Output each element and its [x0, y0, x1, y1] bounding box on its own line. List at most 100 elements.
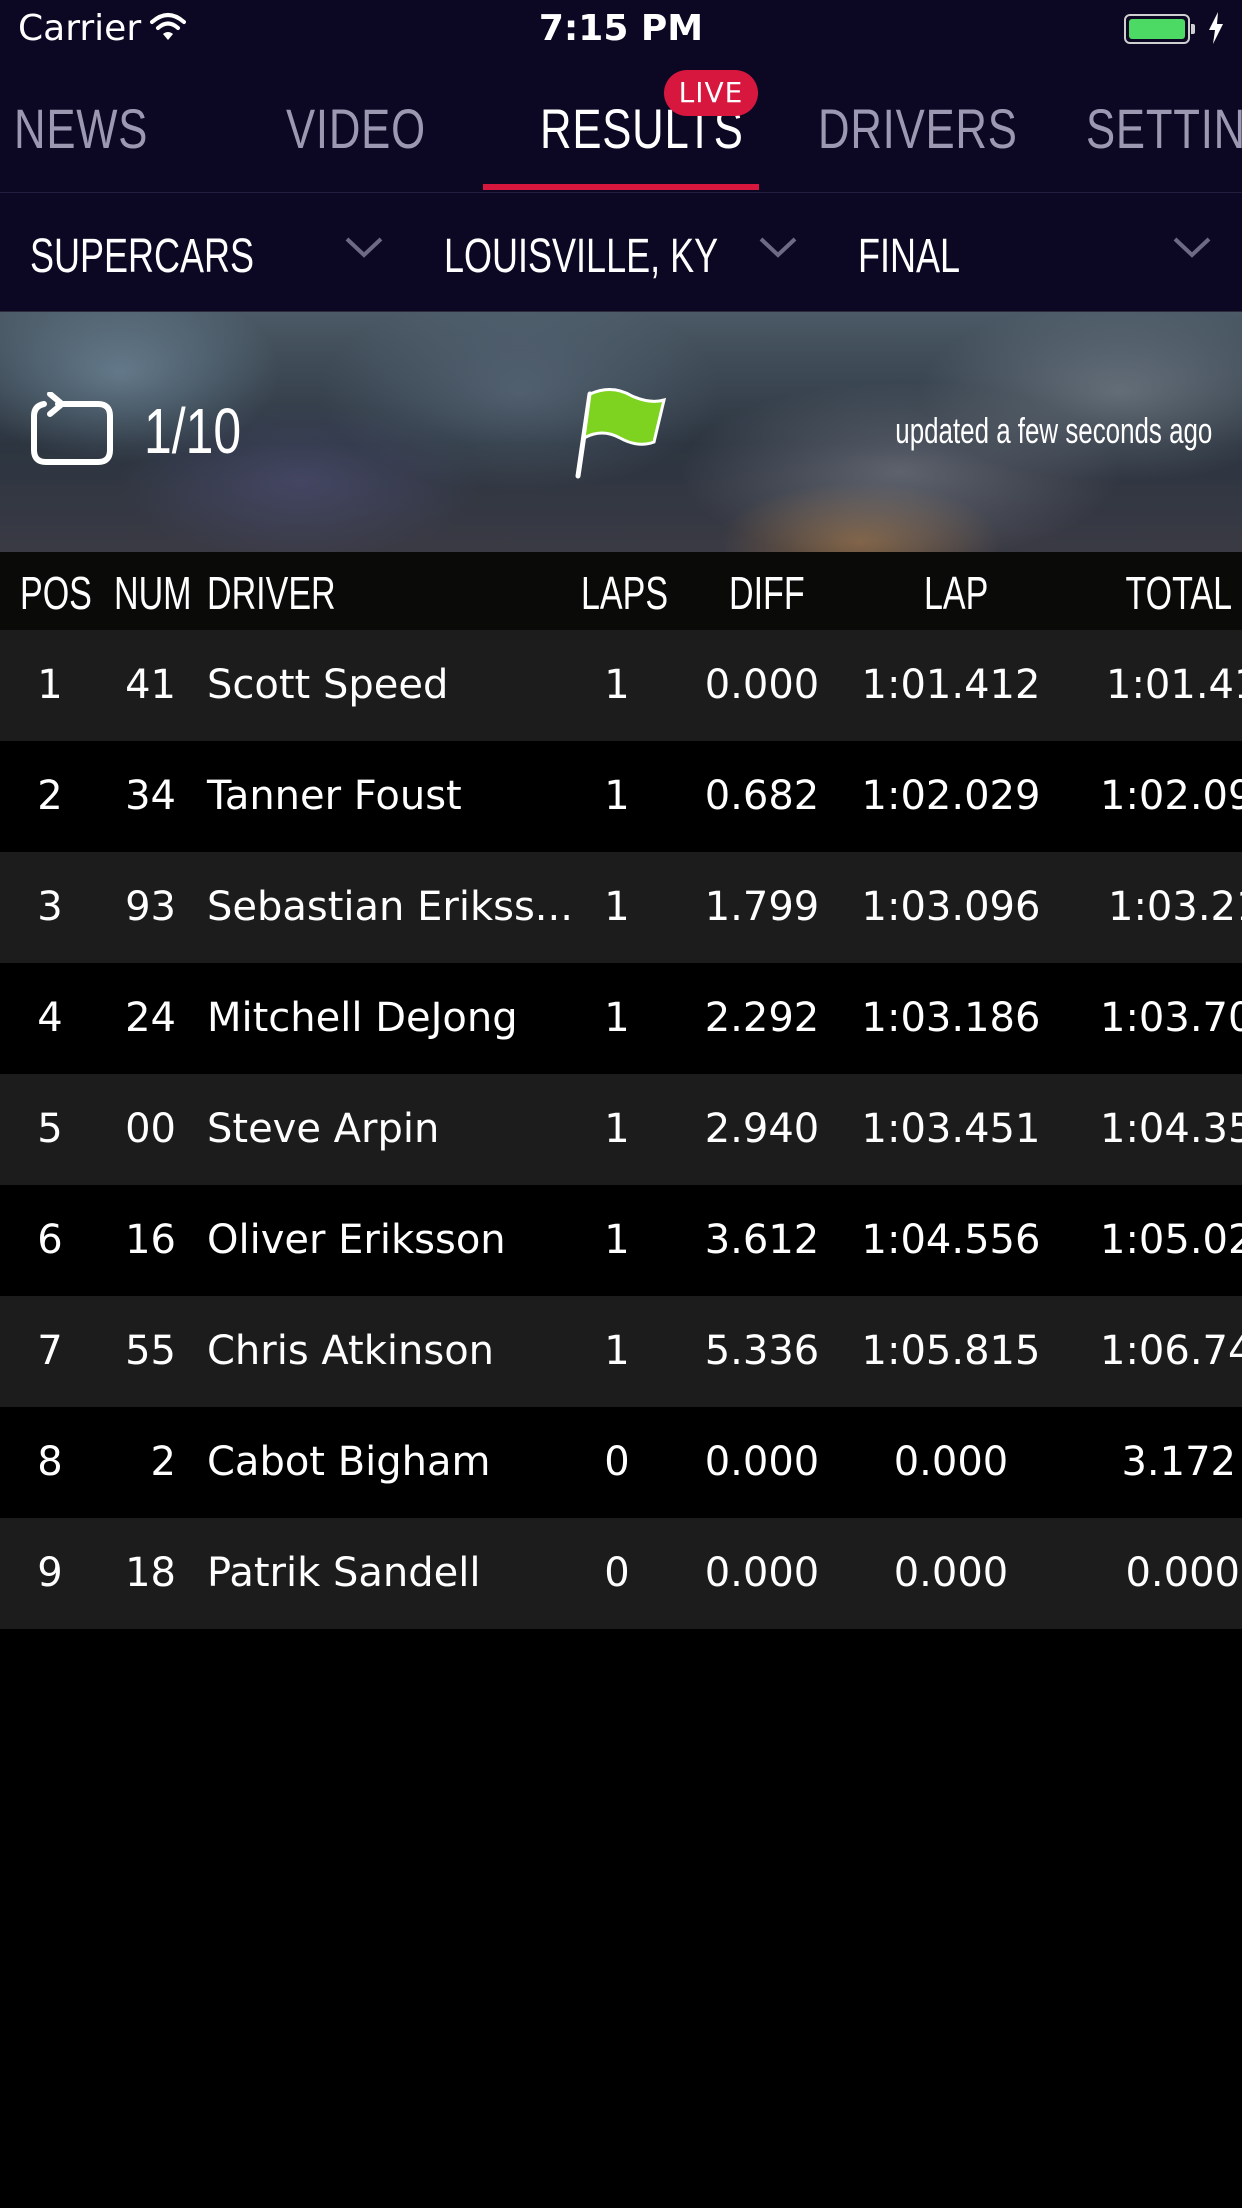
- green-flag-icon: [572, 386, 672, 484]
- driver-cell: Mitchell DeJong: [207, 995, 518, 1041]
- series-dropdown[interactable]: SUPERCARS: [0, 193, 414, 313]
- chevron-down-icon: [758, 235, 798, 263]
- lap-cell: 1:05.815: [861, 1328, 1041, 1374]
- clock: 7:15 PM: [538, 8, 704, 49]
- laps-cell: 1: [604, 1106, 630, 1152]
- pos-cell: 5: [37, 1106, 63, 1152]
- diff-cell: 2.940: [704, 1106, 820, 1152]
- column-header-pos: POS: [20, 567, 92, 619]
- lap-cell: 1:03.096: [861, 884, 1041, 930]
- laps-loop-icon: [28, 391, 116, 474]
- filter-row: SUPERCARS LOUISVILLE, KY FINAL: [0, 192, 1242, 312]
- laps-cell: 1: [604, 995, 630, 1041]
- lap-cell: 1:02.029: [861, 773, 1041, 819]
- total-cell: 1:01.41: [1106, 662, 1242, 708]
- total-cell: 1:06.74: [1100, 1328, 1242, 1374]
- lap-cell: 1:04.556: [861, 1217, 1041, 1263]
- total-cell: 1:04.35: [1100, 1106, 1242, 1152]
- pos-cell: 4: [37, 995, 63, 1041]
- status-bar: Carrier 7:15 PM: [0, 0, 1242, 62]
- laps-cell: 1: [604, 1328, 630, 1374]
- column-header-laps: LAPS: [581, 567, 669, 619]
- pos-cell: 2: [37, 773, 63, 819]
- pos-cell: 7: [37, 1328, 63, 1374]
- num-cell: 2: [150, 1439, 176, 1485]
- num-cell: 93: [125, 884, 176, 930]
- num-cell: 34: [125, 773, 176, 819]
- live-badge: LIVE: [664, 70, 758, 116]
- diff-cell: 3.612: [704, 1217, 820, 1263]
- column-header-total: TOTAL: [1125, 567, 1232, 619]
- num-cell: 16: [125, 1217, 176, 1263]
- laps-cell: 0: [604, 1439, 630, 1485]
- driver-cell: Scott Speed: [207, 662, 449, 708]
- diff-cell: 5.336: [704, 1328, 820, 1374]
- total-cell: 1:05.02: [1100, 1217, 1242, 1263]
- diff-cell: 0.682: [704, 773, 820, 819]
- num-cell: 41: [125, 662, 176, 708]
- column-header-lap: LAP: [924, 567, 989, 619]
- laps-cell: 1: [604, 662, 630, 708]
- column-header-num: NUM: [114, 567, 192, 619]
- driver-cell: Tanner Foust: [207, 773, 462, 819]
- tab-settings[interactable]: SETTINGS: [1086, 96, 1242, 161]
- total-cell: 1:03.70: [1100, 995, 1242, 1041]
- diff-cell: 2.292: [704, 995, 820, 1041]
- pos-cell: 1: [37, 662, 63, 708]
- pos-cell: 3: [37, 884, 63, 930]
- num-cell: 18: [125, 1550, 176, 1596]
- table-row[interactable]: 9 18 Patrik Sandell 0 0.000 0.000 0.000: [0, 1518, 1242, 1629]
- driver-cell: Sebastian Erikss...: [207, 884, 573, 930]
- diff-cell: 0.000: [704, 662, 820, 708]
- pos-cell: 9: [37, 1550, 63, 1596]
- diff-cell: 0.000: [704, 1550, 820, 1596]
- num-cell: 55: [125, 1328, 176, 1374]
- chevron-down-icon: [1172, 235, 1212, 263]
- total-cell: 0.000: [1125, 1550, 1240, 1596]
- column-header-driver: DRIVER: [207, 567, 336, 619]
- lap-cell: 0.000: [893, 1439, 1009, 1485]
- lap-cell: 0.000: [893, 1550, 1009, 1596]
- chevron-down-icon: [344, 235, 384, 263]
- location-dropdown[interactable]: LOUISVILLE, KY: [414, 193, 828, 313]
- driver-cell: Chris Atkinson: [207, 1328, 495, 1374]
- table-row[interactable]: 3 93 Sebastian Erikss... 1 1.799 1:03.09…: [0, 852, 1242, 963]
- num-cell: 24: [125, 995, 176, 1041]
- driver-cell: Steve Arpin: [207, 1106, 440, 1152]
- table-row[interactable]: 4 24 Mitchell DeJong 1 2.292 1:03.186 1:…: [0, 963, 1242, 1074]
- tab-drivers[interactable]: DRIVERS: [818, 96, 1018, 161]
- column-header-diff: DIFF: [729, 567, 805, 619]
- session-dropdown[interactable]: FINAL: [828, 193, 1242, 313]
- total-cell: 3.172: [1121, 1439, 1236, 1485]
- table-row[interactable]: 2 34 Tanner Foust 1 0.682 1:02.029 1:02.…: [0, 741, 1242, 852]
- battery-icon: [1124, 14, 1195, 44]
- tab-video[interactable]: VIDEO: [286, 96, 426, 161]
- driver-cell: Oliver Eriksson: [207, 1217, 506, 1263]
- results-table-header: POS NUM DRIVER LAPS DIFF LAP TOTAL: [0, 552, 1242, 630]
- driver-cell: Patrik Sandell: [207, 1550, 481, 1596]
- tab-news[interactable]: NEWS: [14, 96, 148, 161]
- table-row[interactable]: 7 55 Chris Atkinson 1 5.336 1:05.815 1:0…: [0, 1296, 1242, 1407]
- table-row[interactable]: 8 2 Cabot Bigham 0 0.000 0.000 3.172: [0, 1407, 1242, 1518]
- location-dropdown-label: LOUISVILLE, KY: [444, 230, 719, 283]
- laps-cell: 1: [604, 884, 630, 930]
- diff-cell: 0.000: [704, 1439, 820, 1485]
- pos-cell: 8: [37, 1439, 63, 1485]
- lap-cell: 1:01.412: [861, 662, 1041, 708]
- session-dropdown-label: FINAL: [858, 230, 961, 283]
- pos-cell: 6: [37, 1217, 63, 1263]
- table-row[interactable]: 5 00 Steve Arpin 1 2.940 1:03.451 1:04.3…: [0, 1074, 1242, 1185]
- race-status-banner: 1/10 updated a few seconds ago: [0, 312, 1242, 552]
- laps-cell: 1: [604, 773, 630, 819]
- results-table-body: 1 41 Scott Speed 1 0.000 1:01.412 1:01.4…: [0, 630, 1242, 1629]
- laps-cell: 0: [604, 1550, 630, 1596]
- lap-counter: 1/10: [144, 395, 242, 467]
- top-tab-bar: NEWS VIDEO RESULTS LIVE DRIVERS SETTINGS: [0, 62, 1242, 192]
- num-cell: 00: [125, 1106, 176, 1152]
- lap-cell: 1:03.451: [861, 1106, 1041, 1152]
- total-cell: 1:03.21: [1108, 884, 1242, 930]
- table-row[interactable]: 6 16 Oliver Eriksson 1 3.612 1:04.556 1:…: [0, 1185, 1242, 1296]
- charging-bolt-icon: [1208, 12, 1224, 48]
- table-row[interactable]: 1 41 Scott Speed 1 0.000 1:01.412 1:01.4…: [0, 630, 1242, 741]
- laps-cell: 1: [604, 1217, 630, 1263]
